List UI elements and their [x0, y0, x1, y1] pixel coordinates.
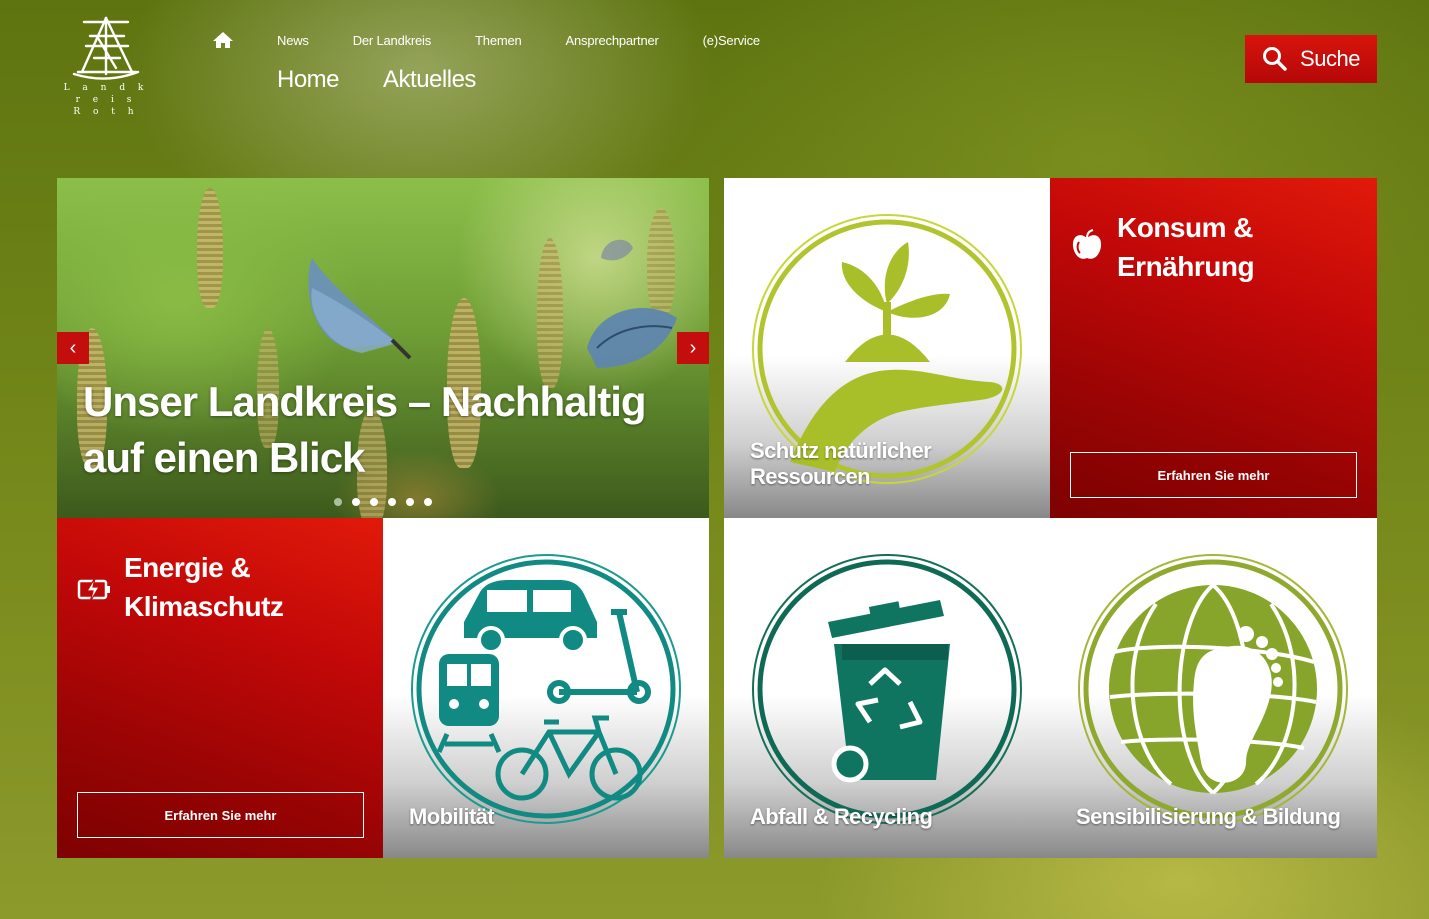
nav-themen[interactable]: Themen [475, 33, 522, 48]
nav-der-landkreis[interactable]: Der Landkreis [353, 33, 432, 48]
logo-text: L a n d k r e i s R o t h [63, 83, 149, 117]
tile-bildung[interactable]: Sensibilisierung & Bildung [1050, 518, 1377, 858]
butterfly-image [587, 308, 677, 368]
tile-mobilitaet[interactable]: Mobilität [383, 518, 709, 858]
slider-dot[interactable] [424, 498, 432, 506]
tile-label: Mobilität [409, 804, 495, 829]
nav-ansprechpartner[interactable]: Ansprechpartner [566, 33, 659, 48]
tile-label: Schutz natürlicher Ressourcen [750, 438, 932, 489]
tile-label: Sensibilisierung & Bildung [1076, 804, 1341, 829]
tile-title: Energie & Klimaschutz [124, 552, 284, 622]
butterfly-image [601, 239, 633, 261]
tile-title: Konsum & Ernährung [1117, 212, 1255, 282]
slider-dot[interactable] [370, 498, 378, 506]
slide-title: Unser Landkreis – Nachhaltig auf einen B… [83, 378, 647, 481]
recycling-bin-icon [752, 554, 1022, 824]
grass-decoration [537, 238, 563, 388]
nav-eservice[interactable]: (e)Service [703, 33, 760, 48]
learn-more-button[interactable]: Erfahren Sie mehr [1070, 452, 1357, 498]
learn-more-button[interactable]: Erfahren Sie mehr [77, 792, 364, 838]
site-header: L a n d k r e i s R o t h News Der Landk… [0, 0, 1429, 140]
slider-dot[interactable] [352, 498, 360, 506]
battery-charge-icon [77, 577, 110, 603]
apple-icon [1072, 229, 1102, 259]
hero-slider[interactable]: Unser Landkreis – Nachhaltig auf einen B… [57, 178, 709, 518]
search-icon [1263, 47, 1287, 71]
nav-news[interactable]: News [277, 33, 309, 48]
breadcrumb: Home Aktuelles [277, 66, 520, 94]
breadcrumb-home[interactable]: Home [277, 66, 340, 94]
slider-dot[interactable] [406, 498, 414, 506]
slider-dot[interactable] [334, 498, 342, 506]
search-button[interactable]: Suche [1245, 35, 1377, 83]
slider-next-button[interactable]: › [677, 332, 709, 364]
tile-label: Abfall & Recycling [750, 804, 933, 829]
grass-decoration [197, 188, 223, 308]
top-navigation: News Der Landkreis Themen Ansprechpartne… [277, 33, 804, 48]
slider-dots [334, 498, 432, 506]
search-label: Suche [1300, 46, 1360, 71]
tile-energie: Energie & Klimaschutz Erfahren Sie mehr [57, 518, 383, 858]
mobility-icon [411, 554, 681, 824]
breadcrumb-aktuelles[interactable]: Aktuelles [383, 66, 476, 94]
tile-ressourcen[interactable]: Schutz natürlicher Ressourcen [724, 178, 1050, 518]
tile-konsum: Konsum & Ernährung Erfahren Sie mehr [1050, 178, 1377, 518]
tile-abfall[interactable]: Abfall & Recycling [724, 518, 1050, 858]
slider-dot[interactable] [388, 498, 396, 506]
slider-prev-button[interactable]: ‹ [57, 332, 89, 364]
butterfly-image [308, 258, 412, 360]
home-icon[interactable] [212, 30, 234, 50]
globe-footprint-icon [1078, 554, 1348, 824]
